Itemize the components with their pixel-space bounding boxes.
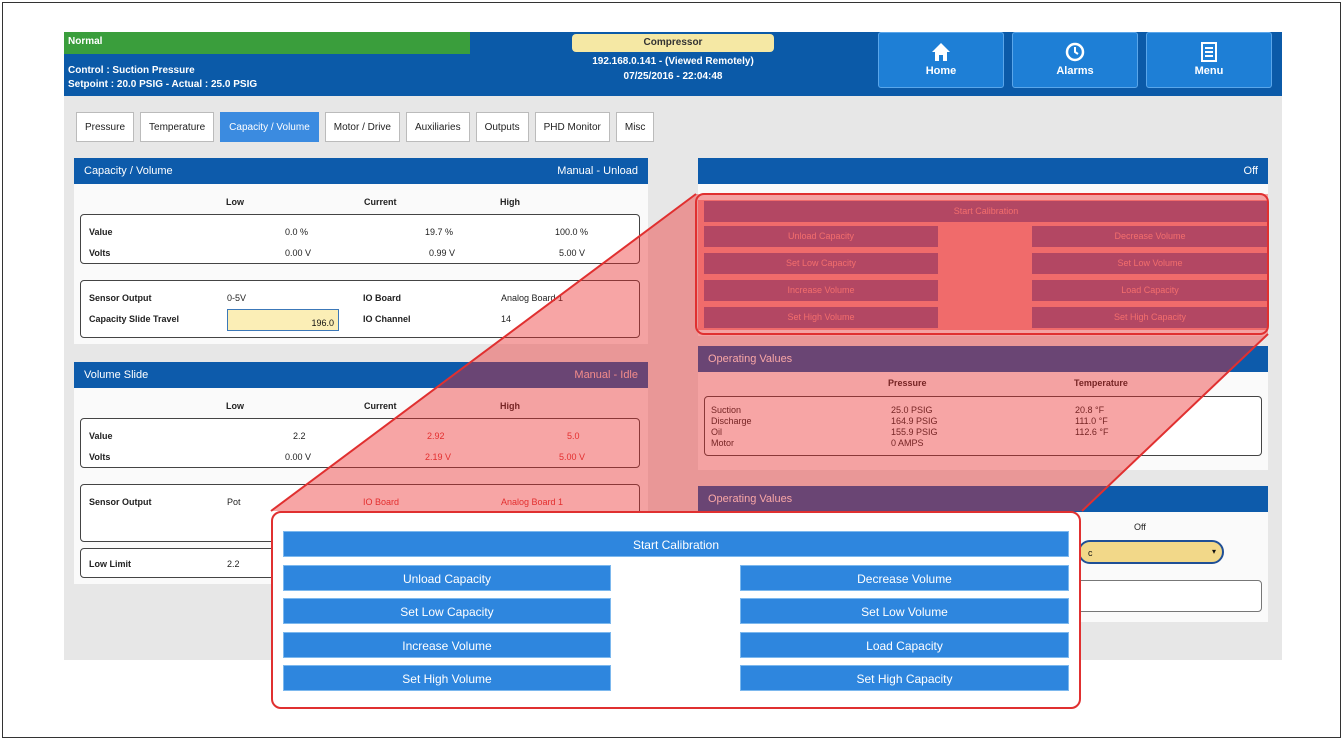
zoom-increase-volume-button[interactable]: Increase Volume	[283, 632, 611, 658]
zoom-set-low-volume-button[interactable]: Set Low Volume	[740, 598, 1069, 624]
zoom-load-capacity-button[interactable]: Load Capacity	[740, 632, 1069, 658]
zoom-decrease-volume-button[interactable]: Decrease Volume	[740, 565, 1069, 591]
zoom-set-high-volume-button[interactable]: Set High Volume	[283, 665, 611, 691]
zoom-set-low-capacity-button[interactable]: Set Low Capacity	[283, 598, 611, 624]
zoom-start-calibration-button[interactable]: Start Calibration	[283, 531, 1069, 557]
calibration-zoom-callout: Start Calibration Unload Capacity Set Lo…	[271, 511, 1081, 709]
zoom-unload-capacity-button[interactable]: Unload Capacity	[283, 565, 611, 591]
zoom-set-high-capacity-button[interactable]: Set High Capacity	[740, 665, 1069, 691]
